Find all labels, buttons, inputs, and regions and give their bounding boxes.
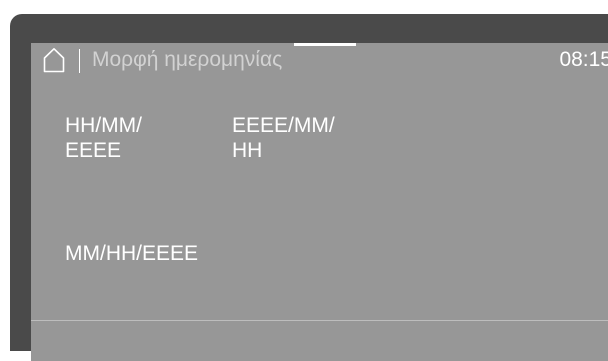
device-bezel: Μορφή ημερομηνίας 08:15 HH/MM/ EEEE EEEE… — [10, 14, 608, 361]
footer-divider — [31, 320, 608, 321]
date-format-option-yyyy-mm-dd[interactable]: EEEE/MM/ HH — [232, 113, 392, 163]
option-label-line: EEEE — [65, 139, 122, 162]
header-divider — [79, 49, 80, 73]
option-label-line: HH/MM/ — [65, 114, 142, 137]
option-label-line: EEEE/MM/ — [232, 114, 335, 137]
page-title: Μορφή ημερομηνίας — [92, 48, 283, 71]
header-bar: Μορφή ημερομηνίας 08:15 — [31, 43, 608, 79]
clock: 08:15 — [559, 48, 608, 71]
option-label-line: MM/HH/EEEE — [65, 242, 199, 265]
date-format-option-mm-dd-yyyy[interactable]: MM/HH/EEEE — [65, 241, 265, 266]
option-label-line: HH — [232, 139, 263, 162]
display-screen: Μορφή ημερομηνίας 08:15 HH/MM/ EEEE EEEE… — [31, 43, 608, 361]
home-icon[interactable] — [43, 47, 65, 73]
date-format-option-dd-mm-yyyy[interactable]: HH/MM/ EEEE — [65, 113, 205, 163]
